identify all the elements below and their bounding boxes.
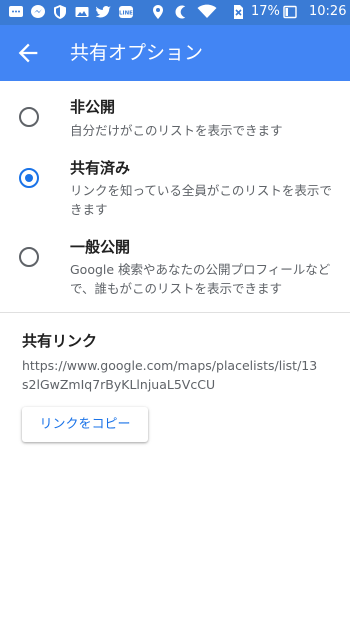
twitter-icon [96, 6, 111, 18]
option-shared-description: リンクを知っている全員がこのリストを表示できます [70, 183, 332, 217]
messenger-icon [31, 5, 45, 18]
status-bar: LINE 17% 10:26 [0, 0, 350, 25]
copy-link-button[interactable]: リンクをコピー [22, 407, 148, 442]
battery-icon [283, 5, 297, 19]
radio-private[interactable] [19, 107, 39, 127]
option-private[interactable]: 非公開 自分だけがこのリストを表示できます [0, 88, 350, 150]
radio-public[interactable] [19, 247, 39, 267]
option-shared[interactable]: 共有済み リンクを知っている全員がこのリストを表示できます [0, 150, 350, 230]
battery-percentage: 17% [251, 4, 280, 19]
option-shared-title: 共有済み [70, 159, 131, 177]
svg-text:LINE: LINE [119, 11, 133, 17]
option-private-title: 非公開 [70, 98, 116, 116]
option-private-description: 自分だけがこのリストを表示できます [70, 123, 283, 138]
option-public-description: Google 検索やあなたの公開プロフィールなどで、誰もがこのリストを表示できま… [70, 262, 331, 296]
radio-shared[interactable] [19, 168, 39, 188]
share-link-url: https://www.google.com/maps/placelists/l… [22, 358, 318, 392]
location-icon [153, 5, 163, 19]
arrow-back-icon[interactable] [14, 39, 42, 67]
share-link-heading: 共有リンク [22, 332, 98, 350]
option-public[interactable]: 一般公開 Google 検索やあなたの公開プロフィールなどで、誰もがこのリストを… [0, 228, 350, 308]
line-icon: LINE [119, 6, 133, 18]
image-icon [75, 7, 89, 17]
option-public-title: 一般公開 [70, 238, 131, 256]
moon-icon [175, 5, 186, 19]
messages-icon [9, 6, 23, 17]
shield-icon [54, 5, 66, 19]
app-bar: 共有オプション [0, 25, 350, 81]
page-title: 共有オプション [70, 42, 204, 64]
wifi-icon [197, 4, 217, 18]
clock: 10:26 [309, 4, 347, 19]
divider [0, 312, 350, 313]
no-sim-icon [234, 5, 243, 19]
